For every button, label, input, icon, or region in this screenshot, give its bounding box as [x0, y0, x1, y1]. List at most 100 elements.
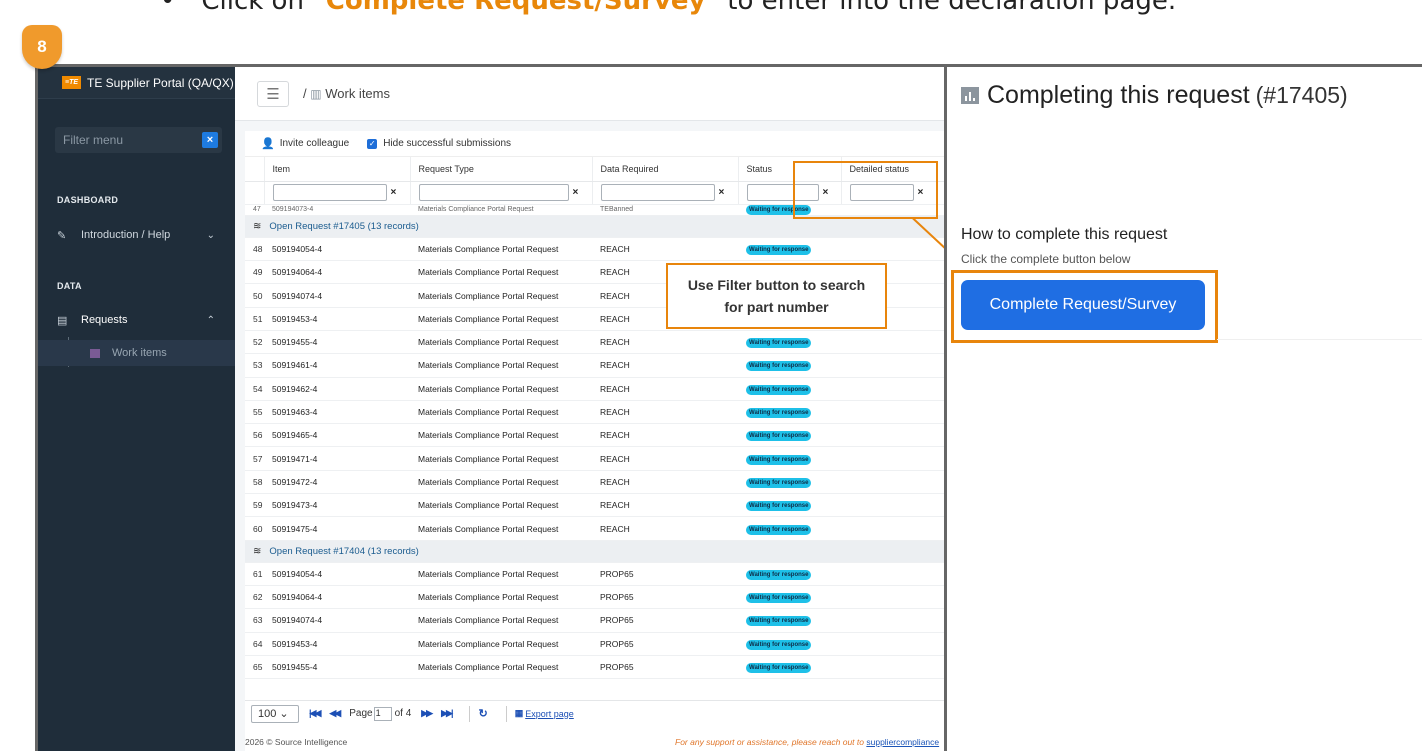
status-cell: Waiting for response [738, 632, 841, 656]
page-title: Completing this request (#17405) [961, 81, 1348, 110]
detailed-status-cell [841, 237, 944, 262]
group-label: Open Request #17404 (13 records) [269, 545, 419, 557]
menu-icon[interactable]: ☰ [257, 80, 289, 107]
section-data: DATA [57, 281, 82, 291]
bullet-icon: • [160, 0, 176, 16]
status-cell: Waiting for response [738, 423, 841, 448]
status-cell: Waiting for response [738, 353, 841, 378]
request-type-cell: Materials Compliance Portal Request [410, 353, 592, 378]
row-number: 50 [245, 283, 264, 308]
table-row[interactable]: 64 50919453-4 Materials Compliance Portal … [245, 632, 944, 656]
close-icon[interactable]: × [573, 187, 579, 198]
chevron-down-icon: ⌄ [206, 229, 215, 241]
table-row[interactable]: 59 50919473-4 Materials Compliance Portal … [245, 493, 944, 518]
status-cell: Waiting for response [738, 585, 841, 610]
request-type-filter-input[interactable] [418, 184, 569, 202]
row-number: 54 [245, 377, 264, 401]
table-row[interactable]: 61 509194054-4 Materials Compliance Portal… [245, 562, 944, 586]
detailed-status-cell [841, 400, 944, 425]
status-badge: Waiting for response [746, 431, 812, 442]
sidebar-item-introduction[interactable]: ✎ Introduction / Help ⌄ [38, 221, 235, 249]
group-label: Open Request #17405 (13 records) [269, 220, 419, 232]
status-cell: Waiting for response [738, 237, 841, 262]
table-row[interactable]: 53 50919461-4 Materials Compliance Portal … [245, 353, 944, 378]
check-icon: ✓ [367, 138, 378, 149]
group-row[interactable]: ≋ Open Request #17404 (13 records) [245, 540, 944, 563]
breadcrumb-label[interactable]: Work items [325, 86, 390, 101]
column-header[interactable]: Data Required [592, 157, 739, 182]
column-header[interactable]: Request Type [410, 157, 593, 182]
filter-menu-input[interactable]: Filter menu × [55, 127, 222, 153]
next-page-icon[interactable]: ▶▶ [421, 708, 433, 719]
sidebar-item-requests[interactable]: ▤ Requests ⌃ [38, 306, 235, 334]
table-row[interactable]: 54 50919462-4 Materials Compliance Portal … [245, 377, 944, 401]
table-row[interactable]: 55 50919463-4 Materials Compliance Portal … [245, 400, 944, 425]
request-type-cell: Materials Compliance Portal Request [410, 562, 592, 586]
table-row[interactable]: 60 50919475-4 Materials Compliance Portal … [245, 516, 944, 541]
complete-request-button[interactable]: Complete Request/Survey [961, 280, 1205, 330]
brand[interactable]: ≡TE TE Supplier Portal (QA/QX) [38, 67, 235, 99]
breadcrumb: / ▥ Work items [303, 86, 390, 101]
status-badge: Waiting for response [746, 616, 812, 627]
instruction-suffix: to enter into the declaration page. [719, 0, 1177, 16]
data-required-cell: PROP65 [592, 608, 738, 633]
export-page-link[interactable]: Export page [525, 709, 574, 719]
page-label: Page [349, 708, 373, 719]
table-row[interactable]: 58 50919472-4 Materials Compliance Portal … [245, 470, 944, 495]
step-badge: 8 [22, 25, 62, 69]
data-required-cell: REACH [592, 423, 738, 448]
page-size-value: 100 [258, 707, 277, 720]
status-cell: Waiting for response [738, 400, 841, 425]
status-badge: Waiting for response [746, 384, 812, 395]
footer-support-text: For any support or assistance, please re… [675, 737, 867, 747]
item-cell: 50919455-4 [264, 330, 410, 355]
filter-cell-num [245, 181, 265, 205]
hide-successful-checkbox[interactable]: ✓ Hide successful submissions [367, 138, 511, 149]
page-size-select[interactable]: 100 ⌄ [251, 704, 299, 723]
request-type-cell: Materials Compliance Portal Request [410, 608, 592, 633]
column-header[interactable]: Item [264, 157, 411, 182]
status-cell: Waiting for response [738, 608, 841, 633]
table-row[interactable]: 48 509194054-4 Materials Compliance Portal… [245, 237, 944, 262]
chart-icon: ▥ [310, 87, 322, 101]
status-badge: Waiting for response [746, 639, 812, 650]
table-row[interactable]: 56 50919465-4 Materials Compliance Portal … [245, 423, 944, 448]
first-page-icon[interactable]: |◀◀ [309, 708, 321, 719]
sidebar-item-work-items[interactable]: Work items [38, 340, 235, 366]
close-icon[interactable]: × [719, 187, 725, 198]
chevron-up-icon: ⌃ [206, 314, 215, 326]
item-cell: 509194074-4 [264, 608, 410, 633]
clear-filter-icon[interactable]: × [202, 132, 218, 148]
table-row[interactable]: 65 50919455-4 Materials Compliance Portal … [245, 655, 944, 680]
status-cell: Waiting for response [738, 377, 841, 401]
item-filter-input[interactable] [272, 184, 387, 202]
table-icon: ▦ [514, 708, 524, 718]
work-items-table: Item Request Type Data Required Status D… [245, 157, 944, 680]
last-page-icon[interactable]: ▶▶| [441, 708, 453, 719]
detailed-status-cell [841, 353, 944, 378]
support-email-link[interactable]: suppliercompliance [866, 737, 939, 747]
item-cell: 50919455-4 [264, 655, 410, 680]
invite-colleague-button[interactable]: 👤 Invite colleague [261, 137, 349, 150]
table-row[interactable]: 57 50919471-4 Materials Compliance Portal … [245, 446, 944, 471]
close-icon[interactable]: × [391, 187, 397, 198]
prev-page-icon[interactable]: ◀◀ [329, 708, 341, 719]
detailed-status-cell [841, 516, 944, 541]
filter-callout: Use Filter button to search for part num… [666, 263, 887, 329]
request-type-cell: Materials Compliance Portal Request [410, 516, 592, 541]
detailed-status-cell [841, 377, 944, 401]
data-required-filter-input[interactable] [600, 184, 715, 202]
request-type-cell: Materials Compliance Portal Request [410, 283, 592, 308]
row-number: 60 [245, 516, 264, 541]
table-row[interactable]: 62 509194064-4 Materials Compliance Portal… [245, 585, 944, 610]
page-number-input[interactable]: 1 [373, 706, 392, 721]
item-cell: 50919463-4 [264, 400, 410, 425]
detailed-status-cell [841, 585, 944, 610]
table-row[interactable]: 52 50919455-4 Materials Compliance Portal … [245, 330, 944, 355]
row-number: 59 [245, 493, 264, 518]
status-badge: Waiting for response [746, 244, 812, 255]
refresh-icon[interactable]: ↻ [478, 707, 487, 720]
table-row[interactable]: 63 509194074-4 Materials Compliance Portal… [245, 608, 944, 633]
te-logo-icon: ≡TE [62, 76, 81, 89]
layers-icon: ≋ [253, 545, 262, 557]
